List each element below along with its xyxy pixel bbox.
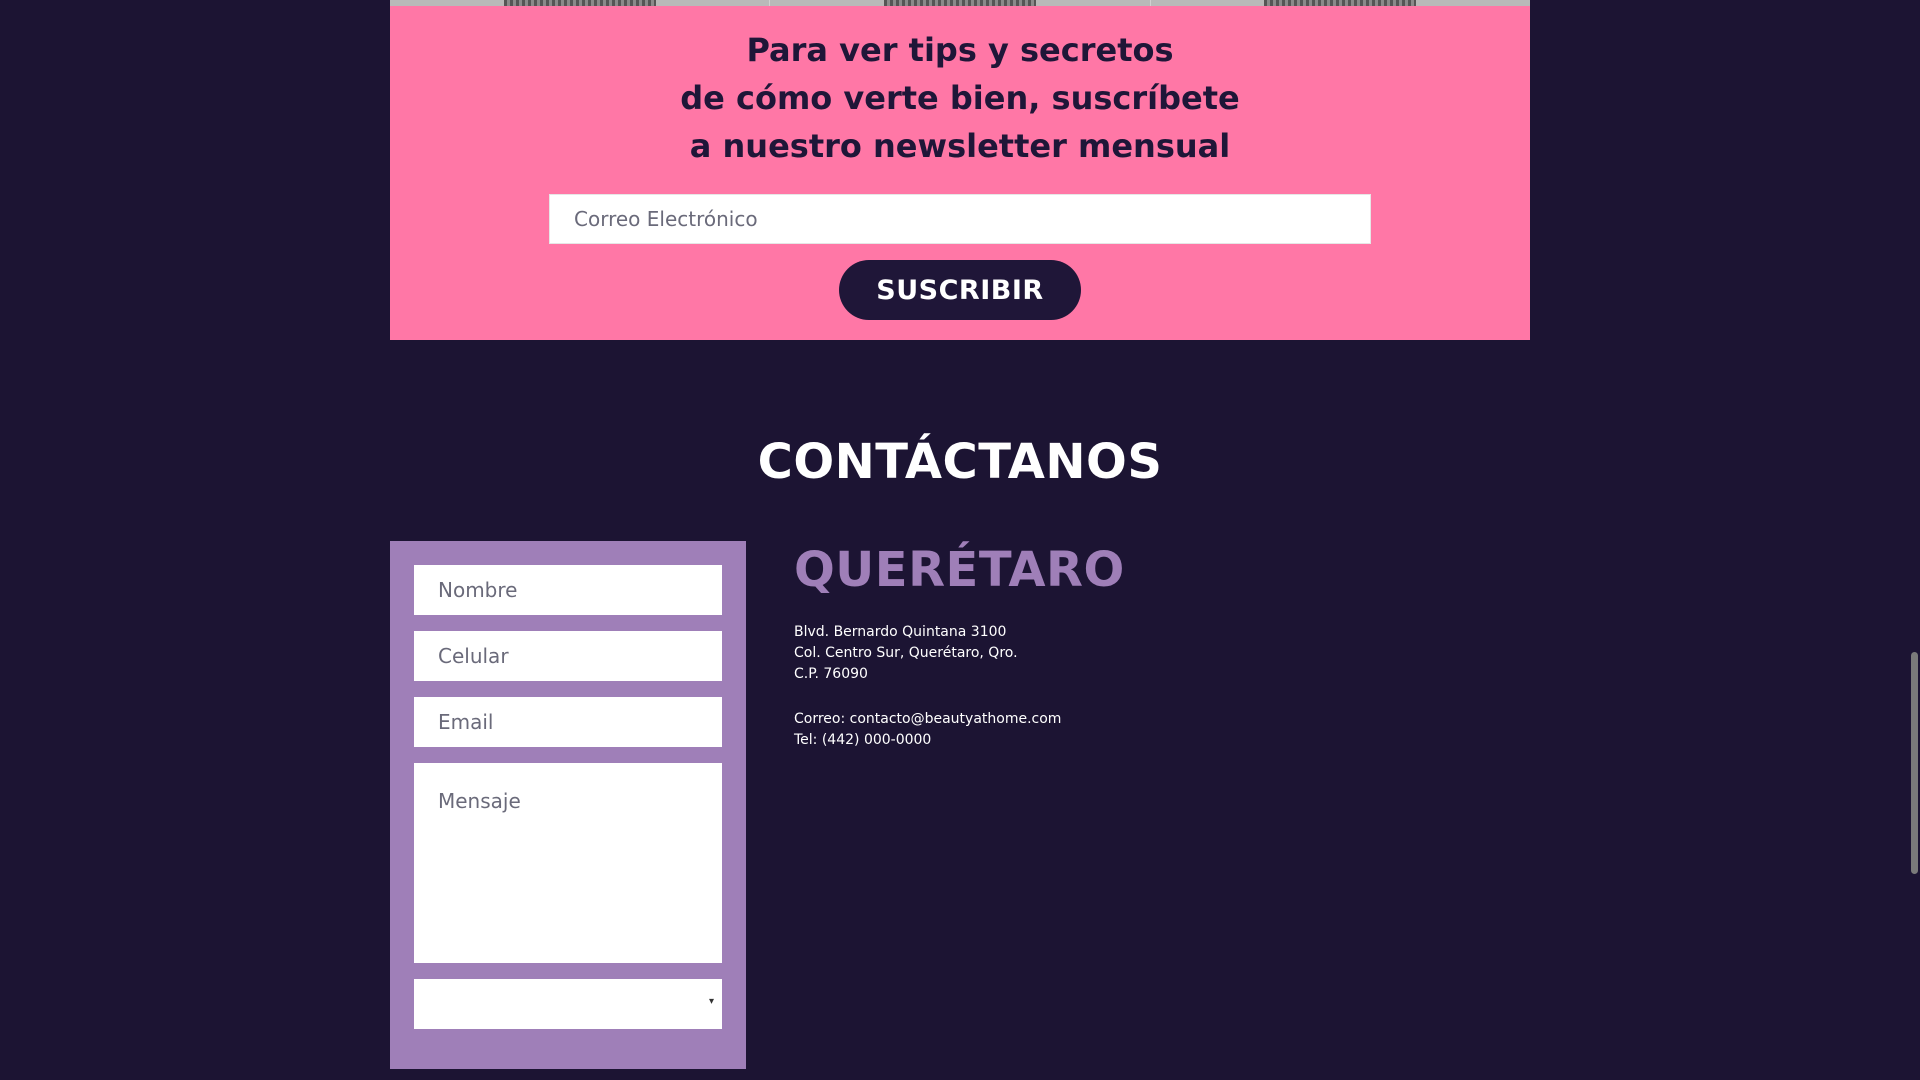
- subscribe-button[interactable]: SUSCRIBIR: [839, 260, 1081, 320]
- newsletter-heading-line: de cómo verte bien, suscríbete: [680, 79, 1240, 117]
- newsletter-section: Para ver tips y secretos de cómo verte b…: [390, 6, 1530, 340]
- address-line: Col. Centro Sur, Querétaro, Qro.: [794, 645, 1018, 661]
- contact-form: ▾: [390, 541, 746, 1069]
- location-info: QUERÉTARO Blvd. Bernardo Quintana 3100 C…: [794, 542, 1125, 751]
- location-address: Blvd. Bernardo Quintana 3100 Col. Centro…: [794, 622, 1125, 685]
- message-textarea[interactable]: [414, 763, 722, 963]
- contact-title: CONTÁCTANOS: [757, 434, 1163, 490]
- email-input[interactable]: [414, 697, 722, 747]
- newsletter-email-input[interactable]: [549, 194, 1371, 244]
- location-phone: Tel: (442) 000-0000: [794, 732, 932, 748]
- address-line: Blvd. Bernardo Quintana 3100: [794, 624, 1007, 640]
- phone-input[interactable]: [414, 631, 722, 681]
- location-email: Correo: contacto@beautyathome.com: [794, 711, 1062, 727]
- newsletter-heading: Para ver tips y secretos de cómo verte b…: [390, 26, 1530, 170]
- location-select-wrapper: ▾: [414, 979, 722, 1029]
- newsletter-heading-line: Para ver tips y secretos: [746, 31, 1174, 69]
- newsletter-heading-line: a nuestro newsletter mensual: [689, 127, 1231, 165]
- address-line: C.P. 76090: [794, 666, 868, 682]
- scrollbar-thumb[interactable]: [1911, 652, 1918, 874]
- name-input[interactable]: [414, 565, 722, 615]
- location-contact: Correo: contacto@beautyathome.com Tel: (…: [794, 709, 1125, 751]
- page: Para ver tips y secretos de cómo verte b…: [0, 0, 1920, 1080]
- location-select[interactable]: [414, 979, 722, 1029]
- page-scrollbar[interactable]: [1908, 0, 1920, 1080]
- location-city: QUERÉTARO: [794, 542, 1125, 598]
